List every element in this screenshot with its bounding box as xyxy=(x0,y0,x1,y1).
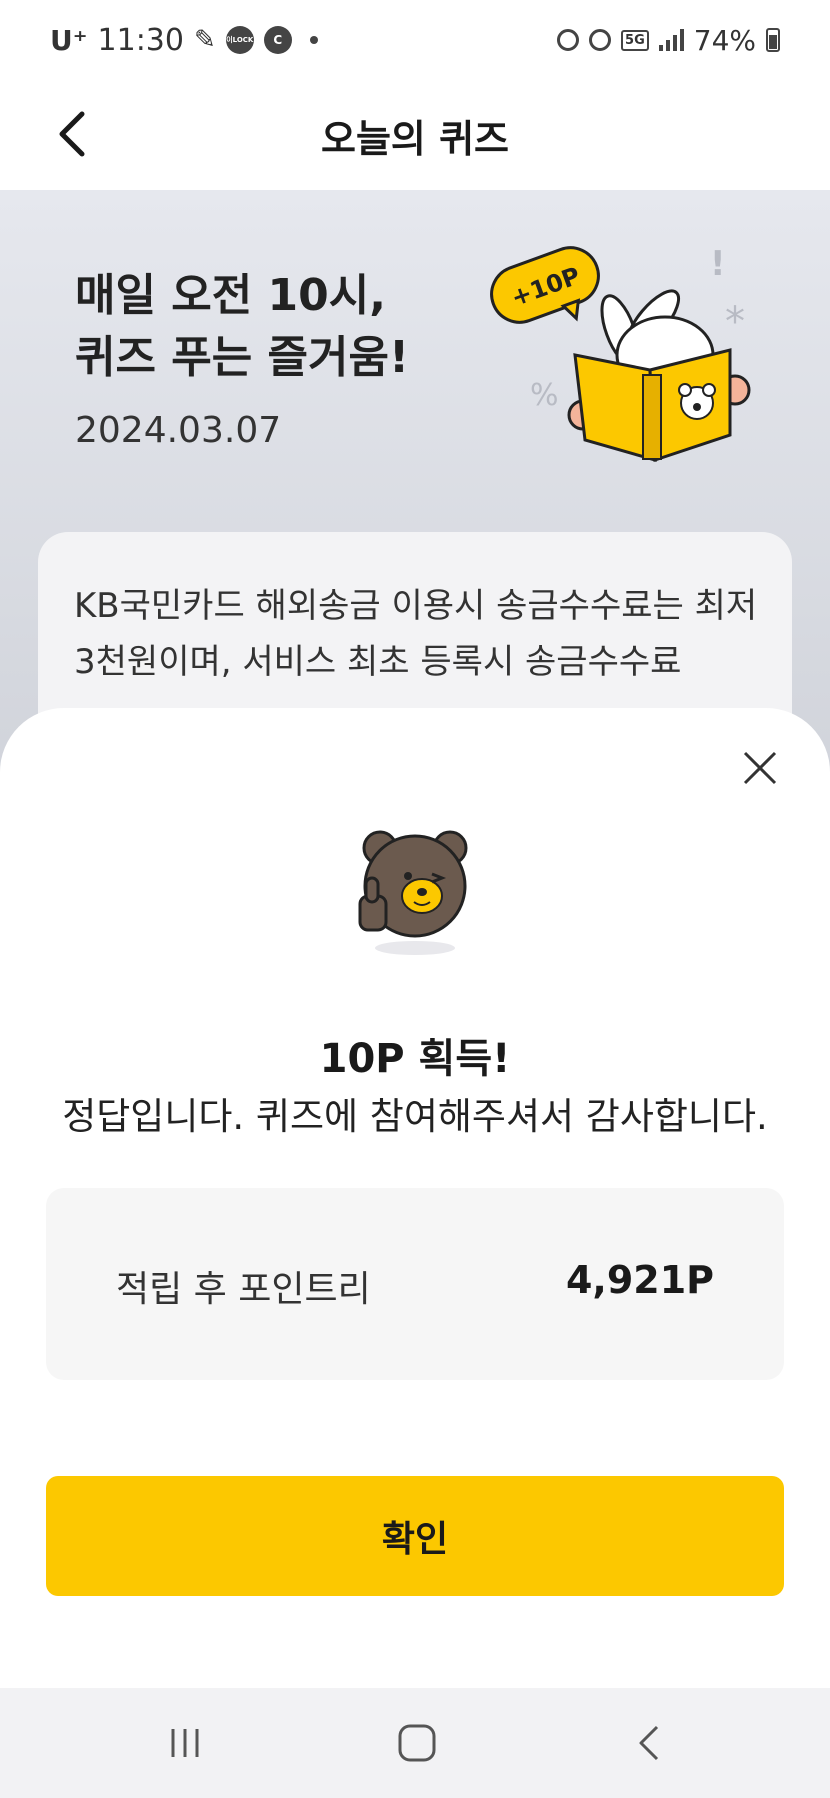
home-button[interactable] xyxy=(387,1718,447,1768)
reward-title: 10P 획득! xyxy=(319,1036,511,1082)
network-5g-icon: 5G xyxy=(621,29,649,51)
back-icon xyxy=(639,1725,659,1761)
points-summary: 적립 후 포인트리 4,921P xyxy=(46,1188,784,1380)
clock: 11:30 xyxy=(97,22,184,58)
status-right: 5G 74% xyxy=(557,20,780,60)
svg-text:*: * xyxy=(725,299,745,345)
close-button[interactable] xyxy=(730,738,790,798)
signal-icon xyxy=(658,29,684,51)
svg-text:!: ! xyxy=(710,244,726,284)
page-title: 오늘의 퀴즈 xyxy=(320,117,510,161)
home-icon xyxy=(398,1724,436,1762)
recents-icon xyxy=(171,1729,199,1757)
battery-percent: 74% xyxy=(693,23,756,57)
question-text: KB국민카드 해외송금 이용시 송금수수료는 최저 3천원이며, 서비스 최초 … xyxy=(74,586,758,682)
rabbit-reading-illustration: +10P ! * % xyxy=(490,244,751,463)
hero-title: 매일 오전 10시, 퀴즈 푸는 즐거움! xyxy=(75,270,410,383)
close-icon xyxy=(743,751,777,785)
status-left: U⁺ 11:30 ✎ 이LOCK C xyxy=(50,20,318,60)
lock-app-icon: 이LOCK xyxy=(225,26,254,54)
points-value: 4,921P xyxy=(565,1258,714,1302)
battery-icon xyxy=(766,28,780,52)
feather-icon: ✎ xyxy=(193,25,216,55)
notification-dot-icon xyxy=(309,36,318,44)
status-bar: U⁺ 11:30 ✎ 이LOCK C 5G 74% xyxy=(0,0,830,80)
recents-button[interactable] xyxy=(155,1718,215,1768)
carrier-label: U⁺ xyxy=(50,23,88,57)
result-message: 정답입니다. 퀴즈에 참여해주셔서 감사합니다. xyxy=(62,1095,768,1138)
quiz-date: 2024.03.07 xyxy=(75,410,282,451)
bear-thumbs-up-icon xyxy=(358,830,468,955)
confirm-button[interactable]: 확인 xyxy=(46,1476,784,1596)
points-label: 적립 후 포인트리 xyxy=(116,1269,371,1310)
system-nav-bar xyxy=(0,1688,830,1798)
app-header: 오늘의 퀴즈 xyxy=(0,80,830,190)
nav-back-button[interactable] xyxy=(620,1718,680,1768)
result-bottom-sheet: 10P 획득! 정답입니다. 퀴즈에 참여해주셔서 감사합니다. 적립 후 포인… xyxy=(0,708,830,1688)
svg-text:%: % xyxy=(530,378,559,413)
alarm-icon xyxy=(589,29,612,51)
c-app-icon: C xyxy=(263,26,292,54)
battery-saver-icon xyxy=(557,29,580,51)
